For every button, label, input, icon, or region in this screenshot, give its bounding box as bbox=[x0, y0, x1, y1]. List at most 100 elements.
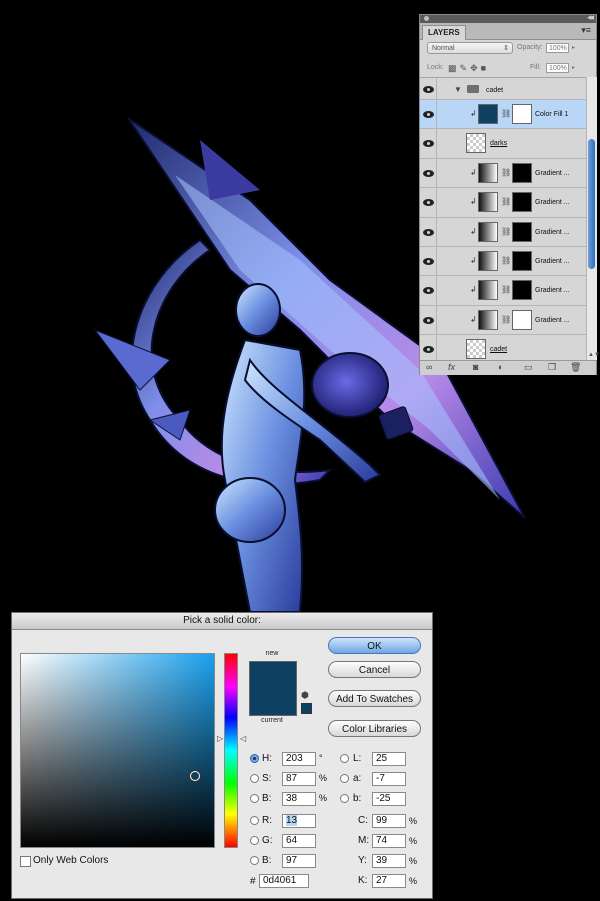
eye-icon[interactable] bbox=[423, 86, 434, 93]
layer-thumbnail[interactable] bbox=[478, 104, 498, 124]
layer-thumbnail[interactable] bbox=[478, 280, 498, 301]
layers-scrollbar[interactable]: ▲▼ bbox=[586, 77, 600, 360]
panel-close-icon[interactable] bbox=[424, 16, 429, 21]
hue-slider-right-arrow-icon[interactable]: ◁ bbox=[240, 734, 246, 743]
panel-collapse-icon[interactable]: ◂◂ bbox=[587, 12, 594, 23]
eye-icon[interactable] bbox=[423, 111, 434, 118]
lock-all-icon[interactable]: ■ bbox=[481, 63, 489, 73]
add-mask-icon[interactable]: ◙ bbox=[473, 362, 478, 372]
disclosure-triangle-icon[interactable]: ▼ bbox=[454, 85, 462, 94]
scroll-arrows-icon[interactable]: ▲▼ bbox=[588, 352, 600, 358]
blue-input[interactable]: 97 bbox=[282, 854, 316, 868]
hue-radio[interactable] bbox=[250, 754, 259, 763]
hue-slider-left-arrow-icon[interactable]: ▷ bbox=[217, 734, 223, 743]
hex-input[interactable]: 0d4061 bbox=[259, 874, 309, 888]
visibility-toggle[interactable] bbox=[420, 78, 437, 99]
color-libraries-button[interactable]: Color Libraries bbox=[328, 720, 421, 737]
opacity-input[interactable]: 100% bbox=[546, 43, 569, 53]
layer-name[interactable]: Gradient ... bbox=[535, 229, 570, 236]
scrollbar-thumb[interactable] bbox=[588, 139, 595, 269]
layer-name[interactable]: Gradient ... bbox=[535, 170, 570, 177]
visibility-toggle[interactable] bbox=[420, 247, 437, 276]
visibility-toggle[interactable] bbox=[420, 305, 437, 335]
magenta-input[interactable]: 74 bbox=[372, 834, 406, 848]
red-input[interactable]: 13 bbox=[282, 814, 316, 828]
layer-name[interactable]: cadet bbox=[490, 346, 507, 353]
yellow-input[interactable]: 39 bbox=[372, 854, 406, 868]
layer-thumbnail[interactable] bbox=[466, 133, 486, 154]
new-layer-icon[interactable]: ❐ bbox=[548, 362, 556, 373]
a-input[interactable]: -7 bbox=[372, 772, 406, 786]
layer-name[interactable]: Gradient ... bbox=[535, 199, 570, 206]
adjustment-layer-icon[interactable]: ◐ bbox=[498, 362, 503, 372]
visibility-toggle[interactable] bbox=[420, 100, 437, 129]
eye-icon[interactable] bbox=[423, 140, 434, 148]
visibility-toggle[interactable] bbox=[420, 276, 437, 305]
layer-thumbnail[interactable] bbox=[478, 309, 498, 330]
hue-slider[interactable] bbox=[224, 653, 238, 848]
mask-link-icon[interactable]: ⛓ bbox=[501, 197, 511, 206]
layer-row[interactable]: ↲ ⛓ Gradient ... bbox=[420, 305, 586, 336]
blue-radio[interactable] bbox=[250, 856, 259, 865]
eye-icon[interactable] bbox=[423, 316, 434, 324]
layer-row[interactable]: ↲ ⛓ Color Fill 1 bbox=[420, 100, 586, 130]
tab-layers[interactable]: LAYERS bbox=[422, 25, 466, 40]
only-web-colors-checkbox[interactable] bbox=[20, 856, 31, 867]
current-color-swatch[interactable] bbox=[249, 688, 297, 716]
saturation-radio[interactable] bbox=[250, 774, 259, 783]
color-field[interactable] bbox=[20, 653, 215, 848]
l-radio[interactable] bbox=[340, 754, 349, 763]
mask-link-icon[interactable]: ⛓ bbox=[501, 168, 511, 177]
layer-mask-thumbnail[interactable] bbox=[512, 309, 532, 330]
layer-thumbnail[interactable] bbox=[478, 221, 498, 242]
lock-icons[interactable]: ▩✎✥■ bbox=[448, 63, 489, 74]
fill-input[interactable]: 100% bbox=[546, 63, 569, 73]
layer-row[interactable]: ↲ ⛓ Gradient ... bbox=[420, 276, 586, 306]
trash-icon[interactable]: 🗑 bbox=[570, 362, 581, 373]
eye-icon[interactable] bbox=[423, 228, 434, 236]
layer-row[interactable]: ↲ ⛓ Gradient ... bbox=[420, 247, 586, 277]
web-safe-swatch[interactable] bbox=[301, 703, 312, 714]
eye-icon[interactable] bbox=[423, 287, 434, 295]
layer-name[interactable]: Gradient ... bbox=[535, 258, 570, 265]
ok-button[interactable]: OK bbox=[328, 637, 421, 654]
eye-icon[interactable] bbox=[423, 169, 434, 177]
eye-icon[interactable] bbox=[423, 346, 434, 354]
panel-titlebar[interactable]: ◂◂ bbox=[420, 12, 596, 23]
mask-link-icon[interactable]: ⛓ bbox=[501, 109, 511, 118]
layer-mask-thumbnail[interactable] bbox=[512, 104, 532, 124]
add-to-swatches-button[interactable]: Add To Swatches bbox=[328, 690, 421, 707]
a-radio[interactable] bbox=[340, 774, 349, 783]
layer-thumbnail[interactable] bbox=[478, 162, 498, 183]
layer-thumbnail[interactable] bbox=[478, 192, 498, 213]
visibility-toggle[interactable] bbox=[420, 158, 437, 188]
layer-row[interactable]: ↲ ⛓ Gradient ... bbox=[420, 158, 586, 189]
brightness-radio[interactable] bbox=[250, 794, 259, 803]
layer-mask-thumbnail[interactable] bbox=[512, 251, 532, 271]
red-radio[interactable] bbox=[250, 816, 259, 825]
layer-thumbnail[interactable] bbox=[466, 339, 486, 360]
mask-link-icon[interactable]: ⛓ bbox=[501, 256, 511, 265]
mask-link-icon[interactable]: ⛓ bbox=[501, 285, 511, 294]
layer-row[interactable]: ↲ ⛓ Gradient ... bbox=[420, 188, 586, 218]
saturation-input[interactable]: 87 bbox=[282, 772, 316, 786]
group-name[interactable]: cadet bbox=[486, 87, 503, 94]
lock-transparency-icon[interactable]: ▩ bbox=[448, 63, 460, 73]
lock-paint-icon[interactable]: ✎ bbox=[460, 63, 471, 73]
lab-b-input[interactable]: -25 bbox=[372, 792, 406, 806]
layer-mask-thumbnail[interactable] bbox=[512, 162, 532, 183]
fx-icon[interactable]: fx bbox=[448, 362, 455, 372]
layer-row[interactable]: darks bbox=[420, 129, 586, 159]
blend-mode-select[interactable]: Normal ⇕ bbox=[427, 42, 513, 54]
web-safe-cube-icon[interactable]: ⬢ bbox=[301, 690, 309, 701]
eye-icon[interactable] bbox=[423, 199, 434, 207]
hue-input[interactable]: 203 bbox=[282, 752, 316, 766]
layer-thumbnail[interactable] bbox=[478, 251, 498, 271]
link-layers-icon[interactable]: ∞ bbox=[426, 362, 432, 372]
green-input[interactable]: 64 bbox=[282, 834, 316, 848]
layer-mask-thumbnail[interactable] bbox=[512, 221, 532, 242]
layer-group-row[interactable]: ▼ cadet bbox=[420, 78, 586, 100]
fill-slider-arrow-icon[interactable]: ▸ bbox=[572, 64, 575, 71]
l-input[interactable]: 25 bbox=[372, 752, 406, 766]
visibility-toggle[interactable] bbox=[420, 129, 437, 158]
